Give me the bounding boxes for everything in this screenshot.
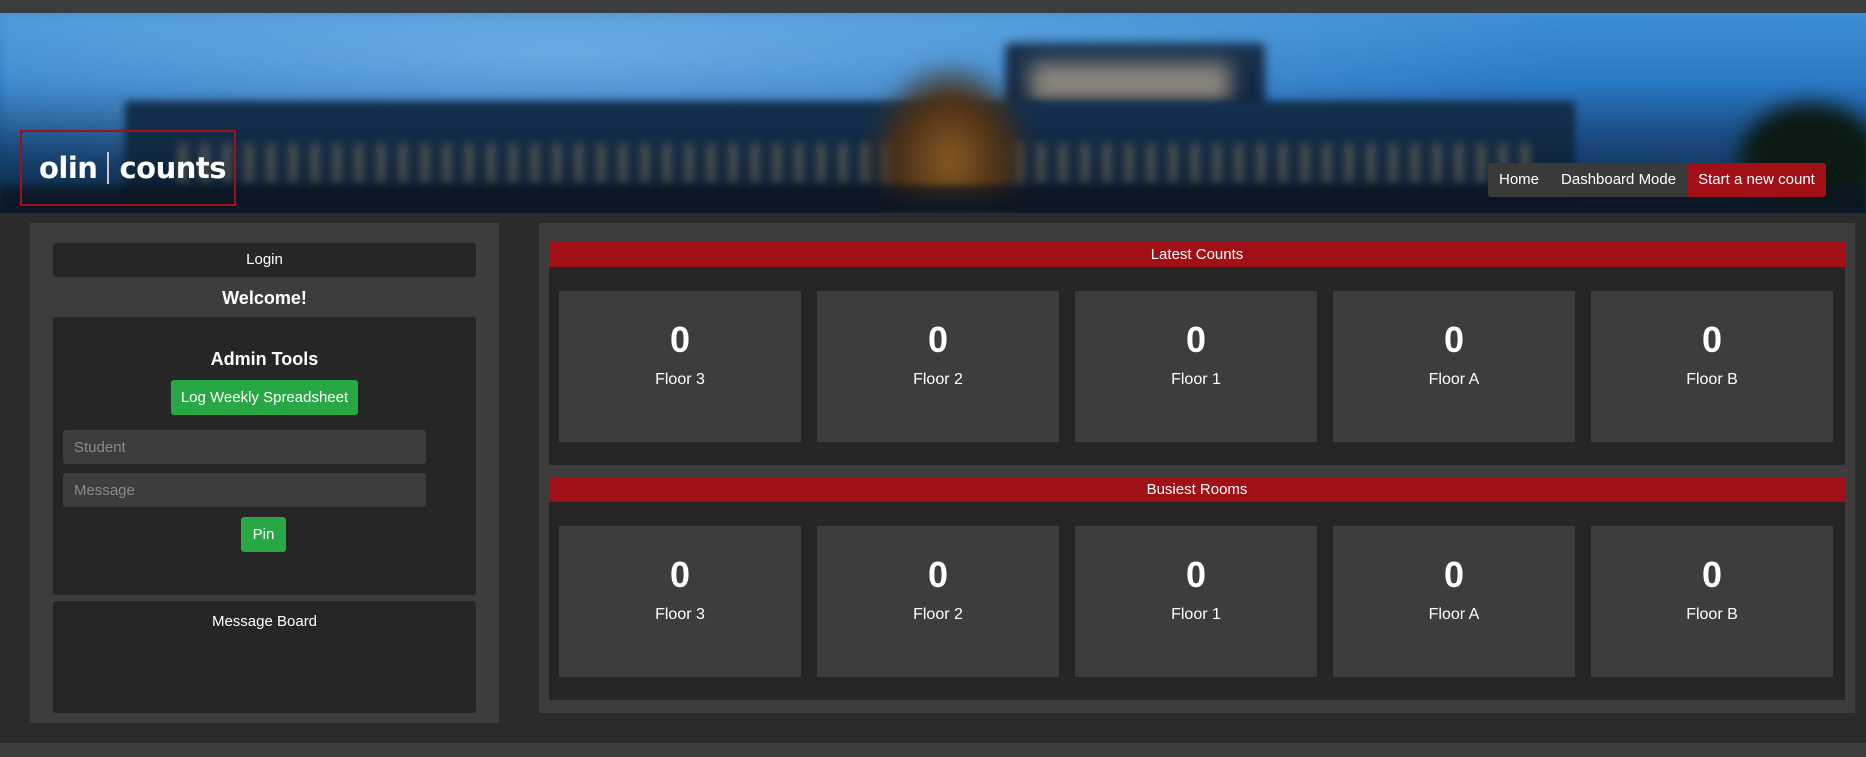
room-value: 0 (1443, 554, 1465, 595)
count-value: 0 (1185, 319, 1207, 360)
logo-word-counts: counts (119, 151, 226, 185)
count-card: 0 Floor 2 (817, 291, 1059, 442)
message-input[interactable] (63, 473, 426, 507)
sidebar-panel: Login Welcome! Admin Tools Log Weekly Sp… (30, 223, 499, 723)
room-card: 0 Floor 1 (1075, 526, 1317, 677)
admin-tools-title: Admin Tools (210, 349, 319, 369)
logo-divider (107, 152, 110, 184)
footer-bar (0, 743, 1866, 757)
count-label: Floor B (1686, 371, 1738, 388)
busiest-rooms-section: Busiest Rooms 0 Floor 3 0 Floor 2 0 Floo… (549, 477, 1845, 700)
count-label: Floor A (1428, 371, 1480, 388)
log-weekly-spreadsheet-button[interactable]: Log Weekly Spreadsheet (171, 380, 358, 415)
count-label: Floor 2 (913, 371, 963, 388)
admin-tools-panel: Admin Tools Log Weekly Spreadsheet Pin (53, 317, 476, 595)
room-card: 0 Floor 2 (817, 526, 1059, 677)
pin-button[interactable]: Pin (241, 517, 286, 552)
room-label: Floor 1 (1171, 606, 1221, 623)
room-value: 0 (927, 554, 949, 595)
logo-word-olin: olin (39, 151, 98, 185)
banner-windows (180, 143, 1530, 183)
busiest-rooms-cards: 0 Floor 3 0 Floor 2 0 Floor 1 0 Floor A … (559, 526, 1835, 677)
room-value: 0 (669, 554, 691, 595)
busiest-rooms-header: Busiest Rooms (549, 477, 1845, 502)
count-value: 0 (669, 319, 691, 360)
latest-counts-section: Latest Counts 0 Floor 3 0 Floor 2 0 Floo… (549, 242, 1845, 465)
count-value: 0 (927, 319, 949, 360)
room-label: Floor B (1686, 606, 1738, 623)
count-value: 0 (1443, 319, 1465, 360)
room-label: Floor 2 (913, 606, 963, 623)
count-card: 0 Floor A (1333, 291, 1575, 442)
main-panel: Latest Counts 0 Floor 3 0 Floor 2 0 Floo… (539, 223, 1855, 713)
student-input[interactable] (63, 430, 426, 464)
site-logo[interactable]: olin counts (20, 130, 236, 206)
login-button[interactable]: Login (53, 243, 476, 277)
room-label: Floor A (1428, 606, 1480, 623)
banner-building-light (1030, 63, 1230, 103)
nav-dashboard-mode-link[interactable]: Dashboard Mode (1550, 163, 1688, 197)
count-label: Floor 3 (655, 371, 705, 388)
message-board-title: Message Board (211, 613, 318, 630)
count-label: Floor 1 (1171, 371, 1221, 388)
latest-counts-cards: 0 Floor 3 0 Floor 2 0 Floor 1 0 Floor A … (559, 291, 1835, 442)
top-bar (0, 0, 1866, 13)
count-card: 0 Floor 3 (559, 291, 801, 442)
message-board-panel: Message Board (53, 601, 476, 713)
count-value: 0 (1701, 319, 1723, 360)
room-card: 0 Floor B (1591, 526, 1833, 677)
room-value: 0 (1701, 554, 1723, 595)
room-value: 0 (1185, 554, 1207, 595)
count-card: 0 Floor B (1591, 291, 1833, 442)
count-card: 0 Floor 1 (1075, 291, 1317, 442)
room-label: Floor 3 (655, 606, 705, 623)
nav-home-link[interactable]: Home (1488, 163, 1551, 197)
main-nav: Home Dashboard Mode Start a new count (1488, 163, 1826, 197)
room-card: 0 Floor 3 (559, 526, 801, 677)
room-card: 0 Floor A (1333, 526, 1575, 677)
nav-start-new-count-button[interactable]: Start a new count (1687, 163, 1826, 197)
welcome-heading: Welcome! (222, 288, 307, 308)
latest-counts-header: Latest Counts (549, 242, 1845, 267)
